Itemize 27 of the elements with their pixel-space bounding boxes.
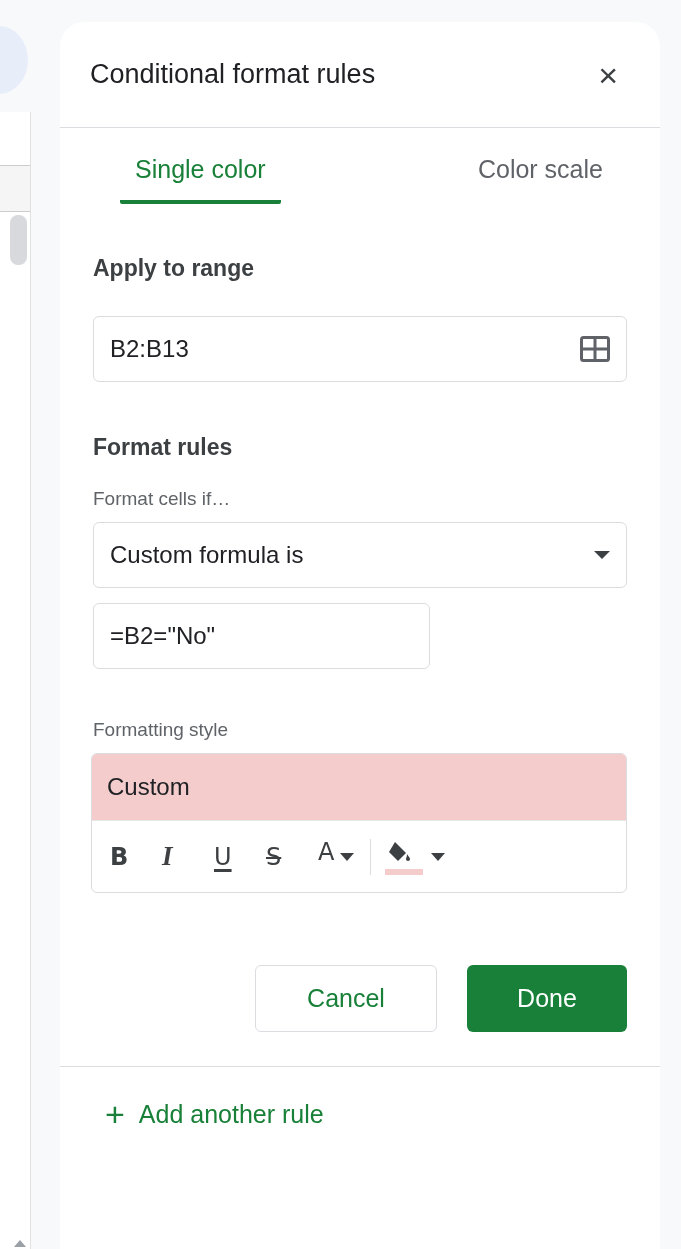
plus-icon[interactable]: + [105, 1097, 125, 1131]
field-label: Format cells if… [93, 488, 232, 510]
underline-button[interactable]: U [212, 842, 264, 871]
panel-title: Conditional format rules [90, 59, 376, 90]
tab[interactable]: Color scale [462, 138, 618, 204]
dropdown-arrow-icon [594, 551, 610, 559]
style-preview[interactable]: Custom [92, 754, 626, 820]
section-heading: Format rules [93, 434, 234, 461]
bold-button[interactable]: B [108, 842, 160, 871]
scrollbar-thumb[interactable] [10, 215, 27, 265]
grid-icon[interactable] [580, 336, 610, 362]
text-color-button[interactable]: A [316, 837, 335, 866]
add-rule-link[interactable]: Add another rule [138, 1099, 324, 1129]
section-heading: Apply to range [93, 255, 255, 282]
close-button[interactable]: × [594, 57, 622, 92]
strikethrough-button[interactable]: S [264, 842, 316, 871]
italic-button[interactable]: I [160, 841, 212, 872]
condition-dropdown[interactable]: Custom formula is [93, 522, 627, 588]
scroll-up-icon[interactable] [14, 1240, 26, 1247]
caret-icon [340, 852, 355, 861]
formula-input[interactable]: =B2="No" [93, 603, 430, 669]
range-field[interactable]: B2:B13 [93, 316, 627, 382]
caret-icon [431, 852, 446, 861]
done-button[interactable]: Done [467, 965, 627, 1032]
tab[interactable]: Single color [120, 138, 281, 204]
cancel-button[interactable]: Cancel [255, 965, 437, 1032]
field-label: Formatting style [93, 719, 230, 741]
